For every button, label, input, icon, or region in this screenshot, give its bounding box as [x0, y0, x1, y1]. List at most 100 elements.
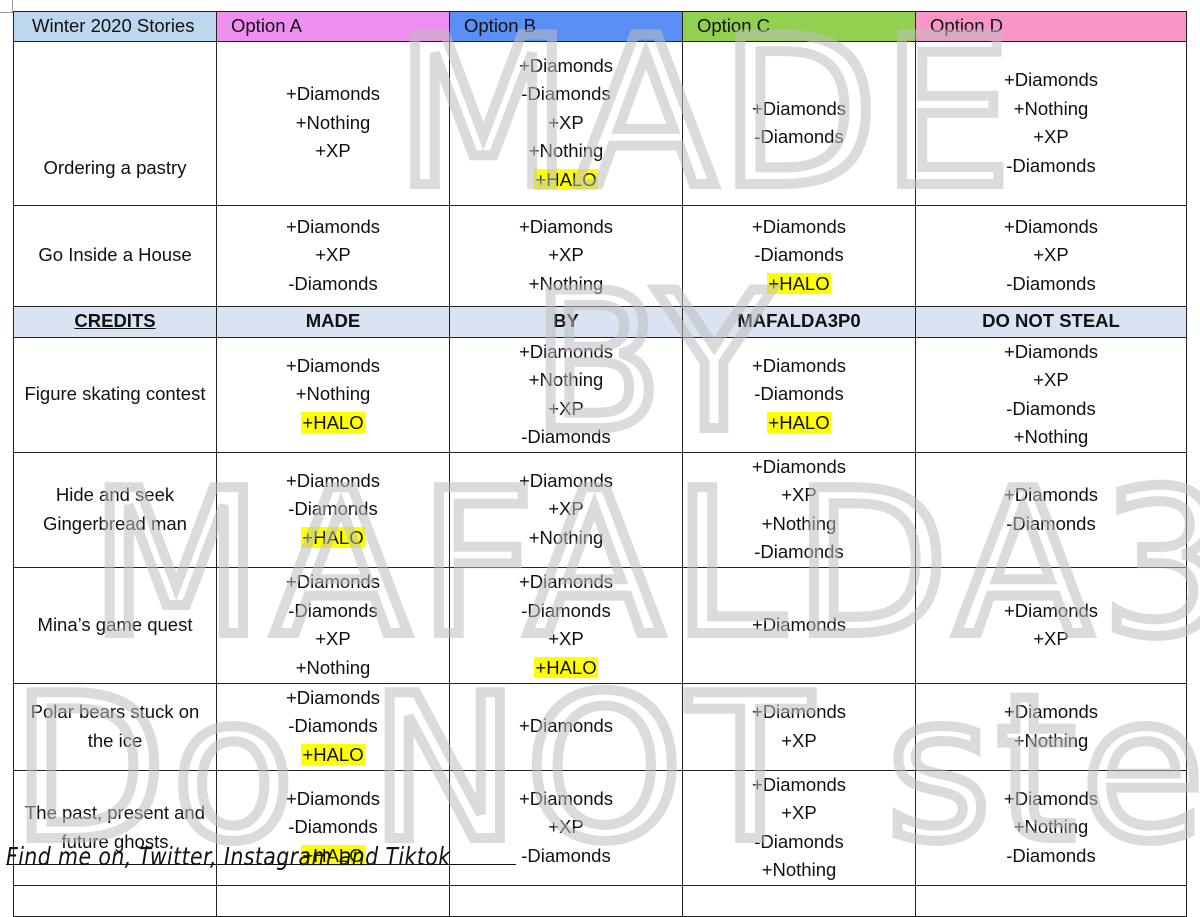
outcome-item: +Diamonds — [285, 686, 381, 708]
credits-label: CREDITS — [13, 305, 217, 338]
outcome-item: +Diamonds — [518, 787, 614, 809]
story-name: Figure skating contest — [13, 336, 217, 453]
outcome-item: +Nothing — [1013, 426, 1089, 447]
outcome-item: +Diamonds — [285, 469, 381, 491]
outcome-item: +Diamonds — [751, 354, 847, 376]
header-row: Winter 2020 Stories Option A Option B Op… — [13, 11, 1187, 42]
outcome-cell-option-a: +Diamonds -Diamonds +HALO — [216, 682, 450, 771]
header-option-b: Option B — [449, 11, 683, 42]
outcome-item: -Diamonds — [754, 830, 844, 852]
outcome-cell-option-b: +Diamonds — [449, 682, 683, 771]
outcome-item: -Diamonds — [754, 541, 844, 562]
credits-cell: MAFALDA3P0 — [682, 305, 916, 338]
halo-highlight: +HALO — [301, 743, 365, 765]
outcome-cell-option-c: +Diamonds +XP +Nothing -Diamonds — [682, 451, 916, 568]
story-name: Go Inside a House — [13, 204, 217, 307]
outcome-item: -Diamonds — [754, 244, 844, 266]
story-name: Hide and seek Gingerbread man — [13, 451, 217, 568]
outcome-item: -Diamonds — [288, 715, 378, 737]
outcome-item: +Nothing — [1013, 816, 1089, 838]
outcome-item: +XP — [548, 244, 584, 266]
outcome-item: +Nothing — [295, 383, 371, 405]
outcome-cell-option-b: +Diamonds +XP +Nothing — [449, 451, 683, 568]
empty-cell — [682, 884, 916, 917]
header-title-cell: Winter 2020 Stories — [13, 11, 217, 42]
outcome-item: +Diamonds — [751, 455, 847, 477]
outcome-item: +Diamonds — [751, 701, 847, 722]
outcome-item: -Diamonds — [521, 83, 611, 105]
outcome-item: +HALO — [454, 166, 678, 195]
outcome-cell-option-a: +Diamonds -Diamonds +HALO — [216, 451, 450, 568]
outcome-cell-option-b: +Diamonds -Diamonds +XP +Nothing +HALO — [449, 40, 683, 206]
outcome-item: +Diamonds — [285, 571, 381, 592]
outcome-item: +XP — [548, 816, 584, 838]
outcome-item: +Diamonds — [518, 215, 614, 237]
outcome-item: -Diamonds — [754, 126, 844, 147]
story-row: Figure skating contest +Diamonds +Nothing +… — [13, 336, 1187, 453]
outcome-item: +XP — [1033, 369, 1069, 390]
outcome-cell-option-b: +Diamonds +XP -Diamonds — [449, 769, 683, 886]
outcome-item: -Diamonds — [1006, 397, 1096, 419]
halo-highlight: +HALO — [534, 656, 598, 678]
outcome-item: +Diamonds — [518, 54, 614, 76]
outcome-item: +XP — [1033, 126, 1069, 147]
story-row: Mina’s game quest +Diamonds -Diamonds +XP +N… — [13, 566, 1187, 684]
social-media-note: Find me on, Twitter, Instagram and Tikto… — [6, 842, 451, 871]
outcome-item: +Diamonds — [1003, 340, 1099, 362]
credits-cell: BY — [449, 305, 683, 338]
outcome-cell-option-d: +Diamonds +XP -Diamonds +Nothing — [915, 336, 1187, 453]
empty-cell — [13, 884, 217, 917]
empty-cell — [915, 884, 1187, 917]
outcome-cell-option-d: +Diamonds +XP — [915, 566, 1187, 684]
outcome-item: +Nothing — [528, 526, 604, 548]
halo-highlight: +HALO — [301, 411, 365, 433]
header-option-d: Option D — [915, 11, 1187, 42]
outcome-item: +Diamonds — [751, 215, 847, 237]
outcome-item: +XP — [548, 628, 584, 649]
outcome-item: +XP — [781, 484, 817, 505]
outcome-item: +Diamonds — [1003, 787, 1099, 809]
outcome-item: -Diamonds — [521, 599, 611, 621]
outcome-item: +Diamonds — [518, 715, 614, 737]
outcome-cell-option-a: +Diamonds +Nothing +HALO — [216, 336, 450, 453]
outcome-item: +Diamonds — [751, 97, 847, 119]
outcome-item: +Diamonds — [1003, 484, 1099, 505]
outcome-item: +Nothing — [761, 859, 837, 880]
outcome-item: +Diamonds — [1003, 701, 1099, 722]
outcome-cell-option-b: +Diamonds +XP +Nothing — [449, 204, 683, 307]
credits-row: CREDITS MADE BY MAFALDA3P0 DO NOT STEAL — [13, 305, 1187, 338]
outcome-item: +HALO — [221, 741, 445, 770]
outcome-item: +XP — [1033, 244, 1069, 266]
outcome-item: +HALO — [454, 654, 678, 683]
credits-cell: DO NOT STEAL — [915, 305, 1187, 338]
outcome-item: +Nothing — [528, 272, 604, 294]
page-corner-marker — [0, 0, 13, 13]
outcome-cell-option-a: +Diamonds +Nothing +XP — [216, 40, 450, 206]
outcome-item: +Nothing — [295, 111, 371, 133]
outcome-item: +HALO — [221, 409, 445, 438]
outcome-cell-option-d: +Diamonds +Nothing +XP -Diamonds — [915, 40, 1187, 206]
outcome-cell-option-d: +Diamonds -Diamonds — [915, 451, 1187, 568]
outcome-item: -Diamonds — [1006, 844, 1096, 866]
outcome-item: +XP — [315, 628, 351, 649]
story-name: Ordering a pastry — [13, 40, 217, 206]
empty-row — [13, 884, 1187, 917]
story-row: Hide and seek Gingerbread man +Diamonds -D… — [13, 451, 1187, 568]
outcome-item: +Nothing — [295, 656, 371, 678]
header-option-a: Option A — [216, 11, 450, 42]
outcome-cell-option-d: +Diamonds +Nothing -Diamonds — [915, 769, 1187, 886]
outcome-item: -Diamonds — [521, 844, 611, 866]
outcome-item: +HALO — [687, 409, 911, 438]
story-row: Go Inside a House +Diamonds +XP -Diamonds +D… — [13, 204, 1187, 307]
outcome-item: +HALO — [221, 524, 445, 553]
outcome-item: +Nothing — [761, 512, 837, 534]
halo-highlight: +HALO — [301, 526, 365, 548]
outcome-item: +XP — [781, 729, 817, 751]
outcome-item: -Diamonds — [1006, 154, 1096, 176]
outcome-cell-option-c: +Diamonds -Diamonds +HALO — [682, 336, 916, 453]
outcome-item: -Diamonds — [288, 272, 378, 294]
outcome-item: +Nothing — [528, 140, 604, 162]
outcome-cell-option-c: +Diamonds +XP — [682, 682, 916, 771]
story-row: Polar bears stuck on the ice +Diamonds -Di… — [13, 682, 1187, 771]
outcome-item: -Diamonds — [288, 816, 378, 838]
